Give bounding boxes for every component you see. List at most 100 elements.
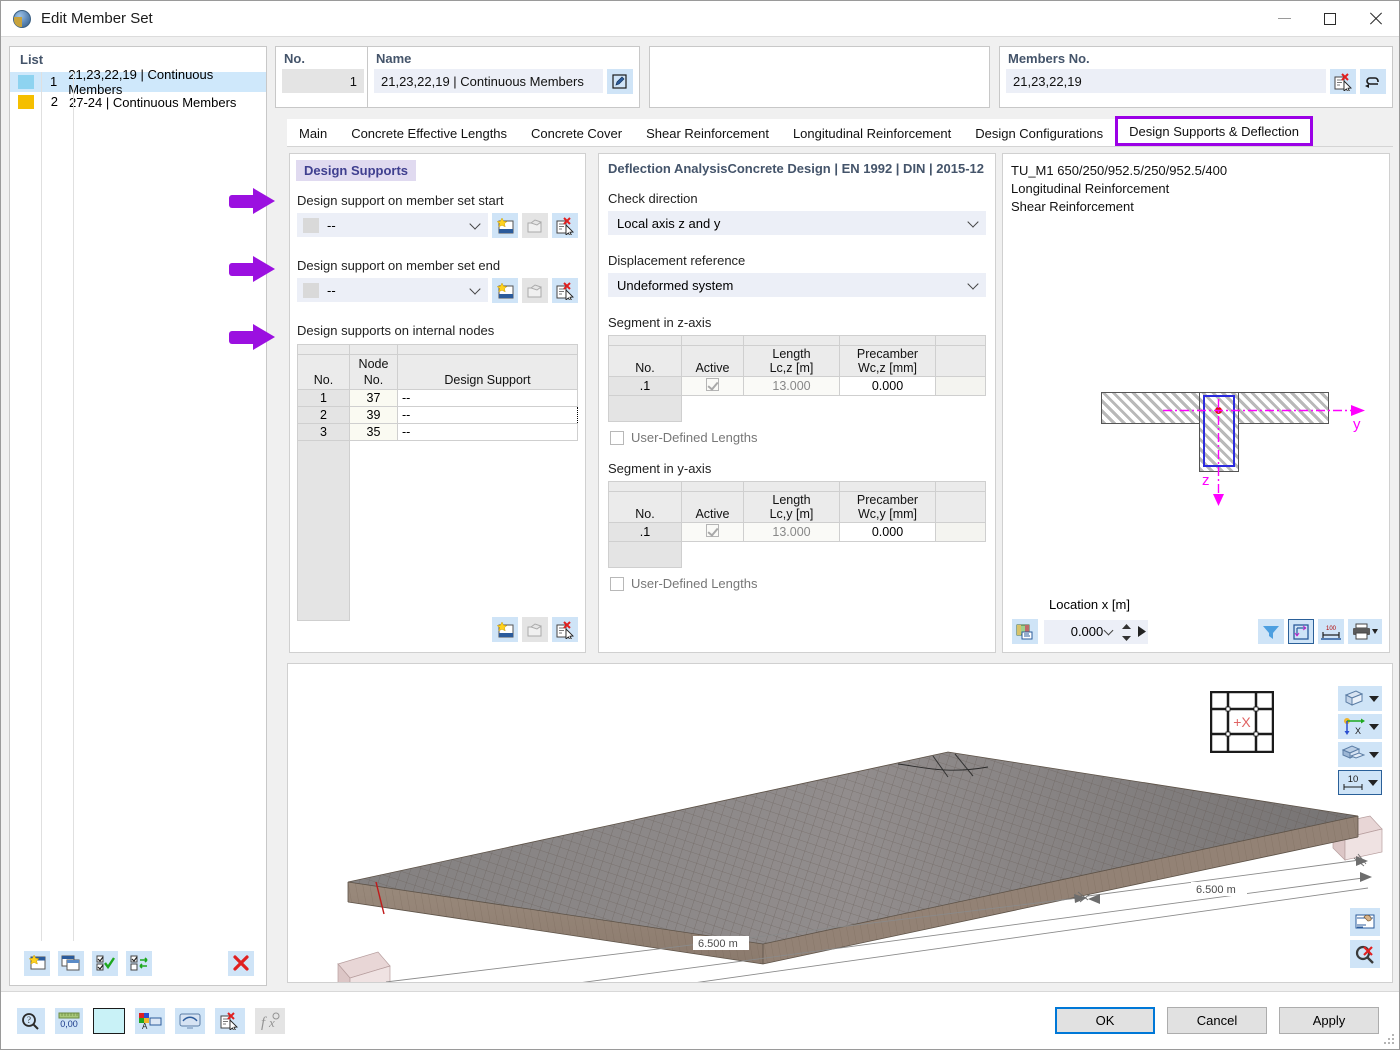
row-support[interactable]: -- <box>397 423 578 441</box>
checkbox-icon[interactable] <box>706 524 719 537</box>
user-defined-lengths-y-row[interactable]: User-Defined Lengths <box>610 576 995 591</box>
row-active[interactable] <box>681 522 744 542</box>
row-spacer <box>935 376 986 396</box>
axis-cube-label: +X <box>1233 714 1251 730</box>
delete-pick-icon[interactable] <box>215 1007 245 1034</box>
chevron-down-icon[interactable] <box>1103 625 1114 635</box>
tab-design-configurations[interactable]: Design Configurations <box>963 119 1116 146</box>
table-row-empty[interactable] <box>608 541 986 568</box>
displacement-reference-label: Displacement reference <box>608 253 746 268</box>
table-row[interactable]: 3 35 -- <box>297 423 578 441</box>
support-near <box>337 951 391 1001</box>
table-row[interactable]: 2 39 -- <box>297 406 578 424</box>
axis-cube-widget[interactable]: +X <box>1209 690 1275 754</box>
resize-grip[interactable] <box>1384 1034 1396 1046</box>
dialog-footer: ? 0,00 A f x OK Cancel Apply <box>1 991 1399 1049</box>
tab-main[interactable]: Main <box>287 119 340 146</box>
table-row[interactable]: .1 13.000 0.000 <box>608 376 986 396</box>
new-internal-support-button[interactable] <box>492 617 518 642</box>
view-axes-button[interactable]: X <box>1338 714 1382 739</box>
new-start-support-button[interactable] <box>492 213 518 238</box>
location-x-spinner[interactable]: 0.000 <box>1044 619 1148 644</box>
copy-member-set-button[interactable] <box>58 950 84 976</box>
print-preview-icon[interactable] <box>1350 908 1380 936</box>
tab-design-supports-deflection[interactable]: Design Supports & Deflection <box>1115 116 1313 146</box>
display-props-icon[interactable]: A <box>135 1007 165 1034</box>
help-magnifier-icon[interactable]: ? <box>17 1007 45 1034</box>
tab-longitudinal-reinforcement[interactable]: Longitudinal Reinforcement <box>780 119 964 146</box>
section-render-button[interactable] <box>1012 619 1038 644</box>
new-member-set-button[interactable] <box>24 950 50 976</box>
cancel-button[interactable]: Cancel <box>1167 1007 1267 1034</box>
deflection-title: Deflection AnalysisConcrete Design | EN … <box>608 161 985 176</box>
name-input[interactable]: 21,23,22,19 | Continuous Members <box>374 69 603 93</box>
local-axis-icon[interactable] <box>1288 619 1314 644</box>
chevron-down-icon[interactable] <box>1368 779 1378 786</box>
list-item[interactable]: 1 21,23,22,19 | Continuous Members <box>10 67 266 97</box>
checkbox-icon[interactable] <box>706 378 719 391</box>
design-support-start-combo[interactable]: -- <box>297 213 488 237</box>
delete-member-set-button[interactable] <box>228 950 254 976</box>
design-support-end-combo[interactable]: -- <box>297 278 488 302</box>
view-render-button[interactable] <box>1338 742 1382 767</box>
tab-concrete-effective-lengths[interactable]: Concrete Effective Lengths <box>339 119 520 146</box>
delete-end-support-button[interactable] <box>552 278 578 303</box>
next-arrow-icon[interactable] <box>1138 625 1146 637</box>
table-row-empty[interactable] <box>608 395 986 422</box>
units-000-icon[interactable]: 0,00 <box>55 1007 83 1034</box>
tab-shear-reinforcement[interactable]: Shear Reinforcement <box>634 119 781 146</box>
close-button[interactable] <box>1353 1 1399 37</box>
delete-internal-support-button[interactable] <box>552 617 578 642</box>
funnel-icon[interactable] <box>1258 619 1284 644</box>
minimize-icon <box>1277 18 1291 19</box>
apply-button[interactable]: Apply <box>1279 1007 1379 1034</box>
minimize-button[interactable] <box>1261 1 1307 37</box>
table-row-empty[interactable] <box>297 440 578 621</box>
select-all-button[interactable] <box>92 950 118 976</box>
chevron-down-icon[interactable] <box>1369 723 1379 730</box>
view-scale-button[interactable]: 10 <box>1338 770 1382 795</box>
displacement-reference-combo[interactable]: Undeformed system <box>608 273 986 297</box>
no-label: No. <box>284 51 305 66</box>
chevron-down-icon[interactable] <box>1369 695 1379 702</box>
tab-concrete-cover[interactable]: Concrete Cover <box>519 119 635 146</box>
pick-cancel-icon[interactable] <box>1330 69 1356 94</box>
zoom-cancel-icon[interactable] <box>1350 940 1380 968</box>
graphic-screen-icon[interactable] <box>175 1007 205 1034</box>
list-item[interactable]: 2 27-24 | Continuous Members <box>10 92 266 112</box>
members-no-input[interactable]: 21,23,22,19 <box>1006 69 1326 93</box>
row-precamber[interactable]: 0.000 <box>839 522 936 542</box>
user-defined-lengths-z-row[interactable]: User-Defined Lengths <box>610 430 995 445</box>
table-row[interactable]: .1 13.000 0.000 <box>608 522 986 542</box>
row-node[interactable]: 35 <box>349 423 398 441</box>
dimension-100-icon[interactable]: 100 <box>1318 619 1344 644</box>
design-support-end-value: -- <box>327 282 336 298</box>
row-support[interactable]: -- <box>397 389 578 407</box>
maximize-button[interactable] <box>1307 1 1353 37</box>
user-defined-lengths-z-checkbox[interactable] <box>610 430 624 445</box>
check-direction-combo[interactable]: Local axis z and y <box>608 211 986 235</box>
printer-icon[interactable] <box>1348 619 1382 644</box>
svg-text:?: ? <box>27 1015 31 1025</box>
svg-text:100: 100 <box>1326 626 1337 632</box>
invert-selection-button[interactable] <box>126 950 152 976</box>
undo-arrow-icon[interactable] <box>1360 69 1386 94</box>
model-3d-view[interactable]: 6.500 m 6.500 m 13.000 m 13.000 m +X <box>287 663 1393 1027</box>
row-support-selected[interactable]: -- <box>397 406 578 424</box>
delete-start-support-button[interactable] <box>552 213 578 238</box>
ok-button[interactable]: OK <box>1055 1007 1155 1034</box>
stepper-icon[interactable] <box>1122 623 1131 641</box>
edit-pencil-icon[interactable] <box>607 69 633 94</box>
table-row[interactable]: 1 37 -- <box>297 389 578 407</box>
row-node[interactable]: 37 <box>349 389 398 407</box>
row-active[interactable] <box>681 376 744 396</box>
user-defined-lengths-y-checkbox[interactable] <box>610 576 624 591</box>
name-group: Name 21,23,22,19 | Continuous Members <box>367 46 640 108</box>
number-group: No. 1 <box>275 46 371 108</box>
chevron-down-icon[interactable] <box>1369 751 1379 758</box>
row-precamber[interactable]: 0.000 <box>839 376 936 396</box>
color-swatch-icon[interactable] <box>93 1007 125 1034</box>
new-end-support-button[interactable] <box>492 278 518 303</box>
view-perspective-button[interactable] <box>1338 686 1382 711</box>
row-node[interactable]: 39 <box>349 406 398 424</box>
